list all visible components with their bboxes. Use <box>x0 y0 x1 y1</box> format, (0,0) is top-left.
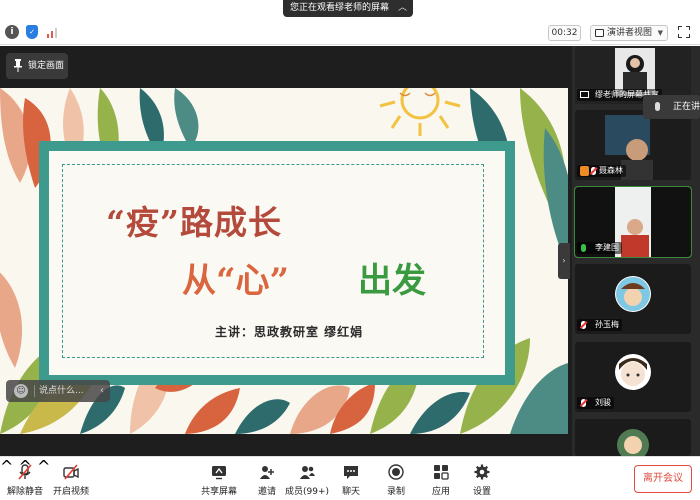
share-screen-icon <box>212 466 226 480</box>
microphone-muted-icon <box>591 167 596 175</box>
layout-icon <box>595 29 604 37</box>
participant-name: 聂森林 <box>577 165 626 177</box>
unmute-button[interactable]: 解除静音 <box>0 457 50 500</box>
leave-meeting-button[interactable]: 离开会议 <box>634 465 692 493</box>
share-screen-button[interactable]: 共享屏幕 <box>194 457 244 500</box>
avatar <box>617 429 649 456</box>
chevron-up-icon: ︿ <box>397 3 407 13</box>
chat-input[interactable]: ☺ 说点什么... ‹ <box>6 380 110 402</box>
speaking-indicator: 正在讲 <box>643 95 700 119</box>
camera-off-icon <box>63 464 79 480</box>
microphone-icon <box>581 244 586 252</box>
lock-view-button[interactable]: 锁定画面 <box>6 53 68 79</box>
microphone-muted-icon <box>581 321 586 329</box>
record-icon <box>388 464 404 480</box>
record-button[interactable]: 录制 <box>371 457 421 500</box>
meeting-timer: 00:32 <box>548 25 581 41</box>
microphone-muted-icon <box>581 399 586 407</box>
chat-icon <box>344 466 358 479</box>
chevron-left-icon[interactable]: ‹ <box>100 380 104 402</box>
participant-tile[interactable]: 孙玉梅 <box>575 264 691 334</box>
gear-icon <box>474 464 490 480</box>
settings-button[interactable]: 设置 <box>457 457 507 500</box>
info-icon[interactable]: i <box>5 25 19 39</box>
chat-button[interactable]: 聊天 <box>326 457 376 500</box>
microphone-muted-icon <box>18 464 32 480</box>
signal-icon[interactable] <box>46 25 58 39</box>
participant-name: 刘骏 <box>577 397 614 409</box>
participant-tile[interactable]: 聂森林 <box>575 110 691 180</box>
slide-title-line2-part1: 从“心” <box>182 261 290 301</box>
chat-placeholder: 说点什么... <box>39 386 84 396</box>
slide-speaker: 主讲：思政教研室 缪红娟 <box>215 325 364 339</box>
user-icon <box>580 166 589 176</box>
unmute-label: 解除静音 <box>6 487 43 497</box>
microphone-icon <box>655 102 660 111</box>
members-icon <box>300 466 315 479</box>
settings-label: 设置 <box>472 487 491 497</box>
lock-view-label: 锁定画面 <box>28 61 65 71</box>
start-video-button[interactable]: 开启视频 <box>46 457 96 500</box>
start-video-label: 开启视频 <box>52 487 89 497</box>
add-user-icon <box>260 466 274 479</box>
view-mode-label: 演讲者视图 <box>607 28 653 38</box>
screen-share-icon <box>580 91 589 98</box>
collapse-panel-button[interactable]: › <box>558 243 570 279</box>
emoji-icon[interactable]: ☺ <box>14 384 28 398</box>
screen-share-text: 您正在观看缪老师的屏幕 <box>290 3 390 13</box>
divider <box>34 385 35 397</box>
chat-label: 聊天 <box>341 487 360 497</box>
participant-name: 孙玉梅 <box>577 319 622 331</box>
participant-name: 李建国 <box>577 242 622 254</box>
members-label: 成员(99+) <box>284 487 330 497</box>
shield-icon[interactable]: ✓ <box>26 25 38 39</box>
screen-share-banner[interactable]: 您正在观看缪老师的屏幕 ︿ <box>283 0 413 17</box>
slide-title-line2-part2: 出发 <box>358 261 426 301</box>
meeting-window: i ✓ 00:32 演讲者视图 ▼ 您正在观看缪老师的屏幕 ︿ 锁定画面 “疫”… <box>0 0 700 500</box>
slide-title-line1: “疫”路成长 <box>106 203 282 242</box>
participant-tile[interactable]: 刘骏 <box>575 342 691 412</box>
bottom-toolbar: 解除静音 ^ 开启视频 ^ 共享屏幕 ^ 邀请 成员(99+) 聊天 录制 应用… <box>0 456 700 500</box>
participant-tile[interactable] <box>575 419 691 456</box>
pin-icon <box>14 59 22 72</box>
status-bar: i ✓ 00:32 演讲者视图 ▼ <box>0 22 700 45</box>
view-mode-dropdown[interactable]: 演讲者视图 ▼ <box>590 25 668 41</box>
participant-tile[interactable]: 李建国 <box>574 186 692 258</box>
apps-icon <box>434 465 449 480</box>
record-label: 录制 <box>386 487 405 497</box>
share-screen-label: 共享屏幕 <box>200 487 237 497</box>
fullscreen-icon[interactable] <box>678 26 690 38</box>
chevron-down-icon: ▼ <box>657 29 663 37</box>
members-button[interactable]: 成员(99+) <box>282 457 332 500</box>
